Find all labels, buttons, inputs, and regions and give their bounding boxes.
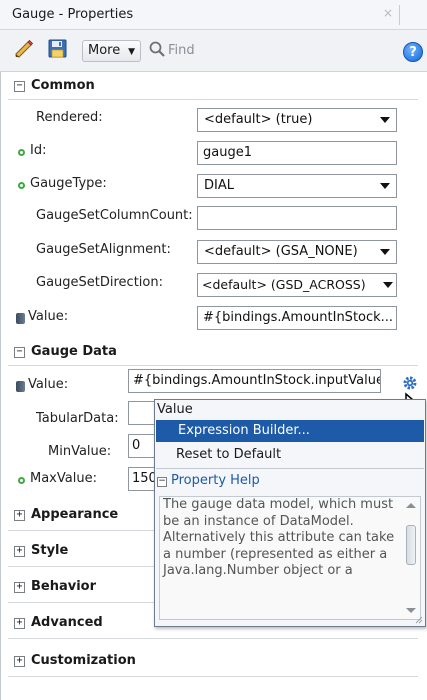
- chevron-down-icon: [383, 282, 393, 288]
- gauge-data-value-field[interactable]: #{bindings.AmountInStock.inputValue}: [128, 369, 381, 393]
- panel-border: [0, 72, 1, 700]
- gauge-set-column-count-label: GaugeSetColumnCount:: [36, 208, 193, 223]
- max-value-label: MaxValue:: [30, 471, 97, 486]
- resize-grip-icon[interactable]: [413, 614, 423, 624]
- value-label: Value:: [28, 309, 69, 324]
- menu-item-label: Expression Builder...: [178, 423, 310, 438]
- gauge-set-column-count-field[interactable]: [197, 206, 397, 230]
- section-common-label: Common: [31, 78, 95, 93]
- menu-item-label: Reset to Default: [176, 447, 282, 462]
- gauge-set-alignment-value: <default> (GSA_NONE): [204, 244, 358, 259]
- gauge-data-value-label: Value:: [28, 377, 69, 392]
- tabular-data-label: TabularData:: [36, 411, 119, 426]
- gauge-data-value-text: #{bindings.AmountInStock.inputValue}: [133, 373, 381, 388]
- gauge-type-value: DIAL: [204, 178, 234, 193]
- chevron-down-icon: ▼: [128, 47, 135, 57]
- value-field-value: #{bindings.AmountInStock...: [203, 310, 394, 325]
- required-indicator-icon: [18, 182, 25, 189]
- property-help-text: The gauge data model, which must be an i…: [163, 497, 395, 578]
- gauge-type-select[interactable]: DIAL: [197, 174, 397, 198]
- scroll-thumb[interactable]: [406, 525, 416, 565]
- menu-item-expression-builder[interactable]: Expression Builder...: [156, 420, 424, 442]
- collapse-icon: −: [14, 81, 25, 92]
- rendered-value: <default> (true): [204, 112, 313, 127]
- window-title: Gauge - Properties: [12, 7, 134, 22]
- gauge-set-direction-value: <default> (GSD_ACROSS): [202, 277, 366, 292]
- value-context-menu: Value Expression Builder... Reset to Def…: [154, 399, 426, 627]
- section-customization-label: Customization: [31, 653, 136, 668]
- id-field[interactable]: gauge1: [197, 141, 397, 165]
- gauge-set-direction-label: GaugeSetDirection:: [36, 275, 163, 290]
- search-input[interactable]: [168, 40, 368, 60]
- divider: [8, 99, 418, 100]
- divider: [8, 676, 418, 677]
- gauge-type-label: GaugeType:: [30, 176, 107, 191]
- expand-icon: +: [14, 546, 25, 557]
- section-appearance-label: Appearance: [31, 507, 119, 522]
- id-label: Id:: [30, 143, 47, 158]
- expand-icon: +: [14, 656, 25, 667]
- expand-icon: +: [14, 582, 25, 593]
- menu-divider: [156, 468, 424, 469]
- divider: [8, 365, 418, 366]
- search-icon: [149, 41, 165, 57]
- collapse-icon[interactable]: −: [157, 477, 167, 487]
- title-separator: [399, 5, 400, 25]
- min-value-value: 0: [132, 438, 141, 453]
- title-bar: Gauge - Properties ×: [0, 0, 427, 30]
- scroll-up-icon[interactable]: [406, 503, 416, 508]
- database-icon: [16, 313, 25, 324]
- gauge-set-alignment-label: GaugeSetAlignment:: [36, 242, 171, 257]
- save-icon[interactable]: [47, 38, 69, 60]
- min-value-label: MinValue:: [48, 444, 112, 459]
- gauge-set-alignment-select[interactable]: <default> (GSA_NONE): [197, 240, 397, 264]
- pencil-icon[interactable]: [12, 38, 34, 60]
- required-indicator-icon: [18, 149, 25, 156]
- rendered-label: Rendered:: [36, 110, 103, 125]
- rendered-select[interactable]: <default> (true): [197, 108, 397, 132]
- required-indicator-icon: [18, 477, 25, 484]
- value-field[interactable]: #{bindings.AmountInStock...: [197, 306, 397, 330]
- chevron-down-icon: [380, 117, 390, 123]
- property-help-title[interactable]: Property Help: [171, 473, 260, 488]
- menu-item-reset-to-default[interactable]: Reset to Default: [156, 444, 424, 466]
- scroll-down-icon[interactable]: [406, 608, 416, 613]
- more-button[interactable]: More ▼: [82, 40, 141, 62]
- help-scrollbar[interactable]: [404, 499, 418, 617]
- id-value: gauge1: [203, 145, 252, 160]
- expand-icon: +: [14, 618, 25, 629]
- property-help-panel: The gauge data model, which must be an i…: [159, 496, 421, 620]
- chevron-down-icon: [380, 249, 390, 255]
- close-icon[interactable]: ×: [383, 6, 393, 20]
- toolbar: More ▼ ?: [0, 30, 427, 72]
- divider: [8, 638, 418, 639]
- more-label: More: [88, 43, 121, 58]
- gauge-set-direction-select[interactable]: <default> (GSD_ACROSS): [197, 273, 397, 297]
- expand-icon: +: [14, 510, 25, 521]
- section-advanced-label: Advanced: [31, 615, 103, 630]
- section-gauge-data-label: Gauge Data: [31, 344, 117, 359]
- collapse-icon: −: [14, 347, 25, 358]
- section-behavior-label: Behavior: [31, 579, 97, 594]
- chevron-down-icon: [380, 183, 390, 189]
- help-icon[interactable]: ?: [403, 42, 423, 62]
- gear-icon[interactable]: [402, 375, 418, 391]
- database-icon: [16, 381, 25, 392]
- context-menu-header: Value: [157, 402, 193, 417]
- section-style-label: Style: [31, 543, 69, 558]
